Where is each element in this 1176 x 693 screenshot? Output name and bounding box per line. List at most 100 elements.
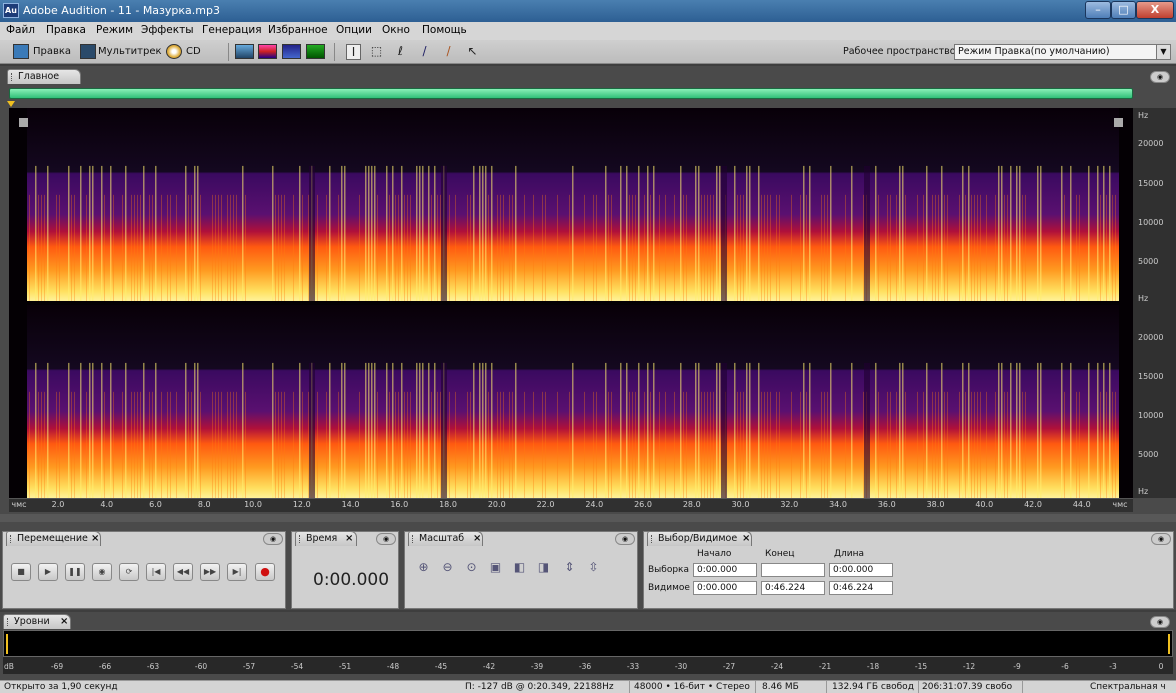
tab-zoom[interactable]: Масштаб ×: [408, 531, 483, 546]
cd-icon[interactable]: [166, 44, 182, 59]
visible-start-field[interactable]: 0:00.000: [693, 581, 757, 595]
db-scale-label: -66: [98, 662, 112, 671]
visible-length-field[interactable]: 0:46.224: [829, 581, 893, 595]
spot-healing-brush-icon[interactable]: /: [441, 44, 456, 60]
selection-start-field[interactable]: 0:00.000: [693, 563, 757, 577]
panel-options-icon[interactable]: ◉: [263, 533, 283, 545]
time-selection-tool-icon[interactable]: I: [346, 44, 361, 60]
time-tick-label: 44.0: [1072, 500, 1091, 509]
tab-main[interactable]: Главное: [7, 69, 81, 84]
time-tick-label: 2.0: [51, 500, 65, 509]
close-icon[interactable]: ×: [742, 532, 750, 546]
loop-button[interactable]: ⟳: [119, 563, 139, 581]
workspace-select[interactable]: Режим Правка(по умолчанию): [954, 44, 1157, 60]
hz-label: 5000: [1138, 450, 1159, 459]
close-button[interactable]: X: [1136, 1, 1174, 19]
zoom-in-vertical-icon[interactable]: ⇕: [561, 559, 578, 576]
hybrid-tool-icon[interactable]: ↖: [465, 44, 480, 60]
time-tick-label: 6.0: [149, 500, 162, 509]
db-scale-label: -51: [338, 662, 352, 671]
maximize-button[interactable]: □: [1111, 1, 1136, 19]
status-format: 48000 • 16-бит • Стерео: [634, 682, 750, 692]
tab-selection-view[interactable]: Выбор/Видимое ×: [647, 531, 752, 546]
play-button[interactable]: ▶: [38, 563, 58, 581]
close-icon[interactable]: ×: [91, 532, 99, 546]
db-scale-label: -63: [146, 662, 160, 671]
fast-forward-button[interactable]: ▶▶: [200, 563, 220, 581]
menu-mode[interactable]: Режим: [96, 24, 133, 36]
menu-window[interactable]: Окно: [382, 24, 410, 36]
zoom-full-icon[interactable]: ⊙: [463, 559, 480, 576]
status-open-time: Открыто за 1,90 секунд: [4, 682, 118, 692]
time-tick-label: 38.0: [926, 500, 945, 509]
zoom-out-horizontal-icon[interactable]: ⊖: [439, 559, 456, 576]
cd-view-button[interactable]: CD: [186, 43, 201, 61]
minimize-button[interactable]: –: [1085, 1, 1111, 19]
status-cursor: П: -127 dB @ 0:20.349, 22188Hz: [465, 682, 614, 692]
multitrack-view-button[interactable]: Мультитрек: [98, 43, 162, 61]
edit-view-button[interactable]: Правка: [33, 43, 71, 61]
panel-options-icon[interactable]: ◉: [1151, 533, 1171, 545]
horizontal-scrollbar[interactable]: [0, 514, 1176, 522]
menu-file[interactable]: Файл: [6, 24, 35, 36]
close-icon[interactable]: ×: [473, 532, 481, 546]
selection-view-panel: Выбор/Видимое × ◉ Начало Конец Длина Выбо…: [643, 531, 1174, 609]
zoom-corner-icon[interactable]: [1114, 118, 1123, 127]
panel-options-icon[interactable]: ◉: [1150, 71, 1170, 83]
spectrogram-view[interactable]: [9, 108, 1133, 512]
panel-options-icon[interactable]: ◉: [615, 533, 635, 545]
hz-label: 10000: [1138, 411, 1164, 420]
panel-options-icon[interactable]: ◉: [1150, 616, 1170, 628]
zoom-left-edge-icon[interactable]: ◧: [511, 559, 528, 576]
overview-bar[interactable]: [9, 88, 1133, 99]
zoom-out-vertical-icon[interactable]: ⇳: [585, 559, 602, 576]
spectral-pan-icon[interactable]: [282, 44, 301, 59]
time-tick-label: 32.0: [780, 500, 799, 509]
spectrogram-canvas[interactable]: [9, 108, 1133, 498]
zoom-selection-icon[interactable]: ▣: [487, 559, 504, 576]
play-from-cursor-button[interactable]: ◉: [92, 563, 112, 581]
playhead-marker-icon[interactable]: [7, 101, 15, 107]
menu-generate[interactable]: Генерация: [202, 24, 262, 36]
selection-length-field[interactable]: 0:00.000: [829, 563, 893, 577]
menu-effects[interactable]: Эффекты: [141, 24, 194, 36]
menu-edit[interactable]: Правка: [46, 24, 86, 36]
lasso-tool-icon[interactable]: ℓ: [393, 44, 408, 60]
close-icon[interactable]: ×: [345, 532, 353, 546]
spectral-phase-icon[interactable]: [306, 44, 325, 59]
chevron-down-icon[interactable]: ▼: [1156, 44, 1171, 60]
tab-transport[interactable]: Перемещение ×: [6, 531, 101, 546]
go-to-start-button[interactable]: |◀: [146, 563, 166, 581]
zoom-corner-icon[interactable]: [19, 118, 28, 127]
visible-end-field[interactable]: 0:46.224: [761, 581, 825, 595]
waveform-view-icon[interactable]: [235, 44, 254, 59]
panel-options-icon[interactable]: ◉: [376, 533, 396, 545]
menu-favorites[interactable]: Избранное: [268, 24, 328, 36]
spectral-frequency-icon[interactable]: [258, 44, 277, 59]
go-to-end-button[interactable]: ▶|: [227, 563, 247, 581]
selection-end-field[interactable]: [761, 563, 825, 577]
time-tick-label: 10.0: [244, 500, 262, 509]
zoom-right-edge-icon[interactable]: ◨: [535, 559, 552, 576]
menu-help[interactable]: Помощь: [422, 24, 467, 36]
edit-view-icon[interactable]: [13, 44, 29, 59]
multitrack-view-icon[interactable]: [80, 44, 96, 59]
pause-button[interactable]: ❚❚: [65, 563, 85, 581]
title-bar: Au Adobe Audition - 11 - Мазурка.mp3 – □…: [0, 0, 1176, 22]
zoom-panel: Масштаб × ◉ ⊕ ⊖ ⊙ ▣ ◧ ◨ ⇕ ⇳: [404, 531, 638, 609]
menu-options[interactable]: Опции: [336, 24, 372, 36]
rewind-button[interactable]: ◀◀: [173, 563, 193, 581]
effects-paintbrush-icon[interactable]: /: [417, 44, 432, 60]
db-scale-label: -9: [1013, 662, 1021, 671]
hz-label: 15000: [1138, 179, 1164, 188]
zoom-in-horizontal-icon[interactable]: ⊕: [415, 559, 432, 576]
time-ruler[interactable]: чмс чмс 2.0 4.0 6.0 8.0 10.0 12.0 14.0 16.0 18.0…: [9, 498, 1133, 512]
close-icon[interactable]: ×: [60, 615, 68, 629]
tab-transport-label: Перемещение: [17, 533, 88, 544]
marquee-tool-icon[interactable]: ⬚: [369, 44, 384, 60]
stop-button[interactable]: ■: [11, 563, 31, 581]
tab-time[interactable]: Время ×: [295, 531, 357, 546]
db-scale-label: -24: [770, 662, 784, 671]
record-button[interactable]: ●: [255, 563, 275, 581]
tab-levels[interactable]: Уровни ×: [3, 614, 71, 629]
